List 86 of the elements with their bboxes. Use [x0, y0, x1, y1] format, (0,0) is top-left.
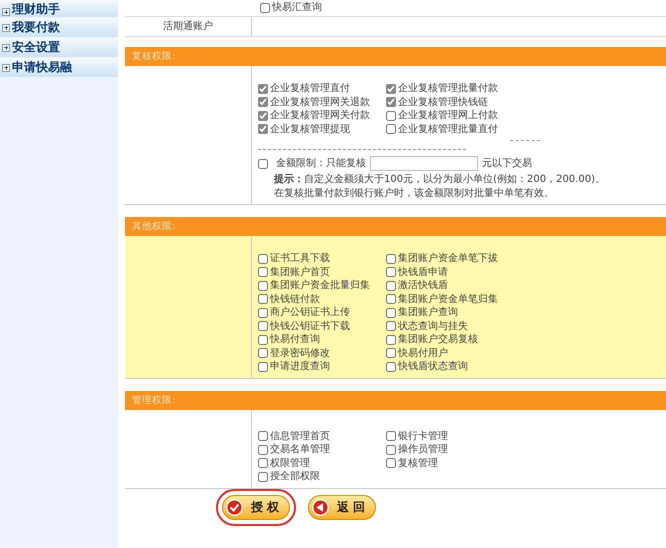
checkbox-label: 激活快钱盾	[398, 279, 448, 292]
checkbox-label: 快钱盾状态查询	[398, 360, 468, 374]
sidebar-item[interactable]: 申请快易融	[0, 58, 118, 77]
row-label: 活期通账户	[163, 20, 213, 33]
checkbox-label: 登录密码修改	[270, 346, 330, 360]
checkbox[interactable]	[258, 110, 268, 121]
section-header: 复核权限:	[125, 47, 666, 66]
expand-icon	[2, 64, 10, 72]
checkbox-label: 集团账户查询	[398, 306, 458, 320]
back-button[interactable]: 返 回	[308, 494, 376, 520]
checkbox[interactable]	[258, 97, 268, 108]
section-header: 管理权限:	[125, 390, 666, 410]
checkbox[interactable]	[386, 444, 396, 455]
checkbox[interactable]	[386, 97, 396, 108]
checkbox-label: 快易汇查询	[272, 1, 322, 14]
section-header: 其他权限:	[125, 217, 666, 236]
sidebar-item[interactable]: 我要付款	[0, 18, 118, 37]
checkbox[interactable]	[258, 458, 268, 468]
checkbox-label: 权限管理	[270, 456, 310, 470]
checkbox-label: 信息管理首页	[270, 430, 330, 443]
checkbox[interactable]	[386, 267, 396, 278]
checkbox[interactable]	[258, 267, 268, 278]
checkbox-label: 银行卡管理	[398, 430, 448, 443]
checkbox[interactable]	[258, 308, 268, 318]
field-suffix: 元以下交易	[482, 157, 532, 170]
checkbox[interactable]	[258, 124, 268, 134]
checkbox-label: 企业复核管理提现	[270, 122, 350, 136]
checkbox[interactable]	[386, 124, 396, 134]
checkbox-label: 快钱链付款	[270, 292, 320, 306]
checkbox[interactable]	[258, 431, 268, 442]
checkbox-label: 企业复核管理批量直付	[398, 122, 498, 136]
checkbox[interactable]	[386, 348, 396, 358]
checkbox[interactable]	[386, 362, 396, 372]
checkbox-label: 集团账户首页	[270, 266, 330, 279]
checkbox[interactable]	[386, 254, 396, 264]
checkbox-label: 企业复核管理网关付款	[270, 109, 370, 122]
checkbox-label: 企业复核管理批量付款	[398, 82, 498, 96]
checkbox[interactable]	[386, 84, 396, 94]
checkbox-label: 快钱盾申请	[398, 266, 448, 279]
checkbox[interactable]	[386, 334, 396, 345]
checkbox[interactable]	[258, 334, 268, 345]
checkbox-label: 快易付查询	[270, 333, 320, 346]
field-label: 金额限制：只能复核	[276, 157, 366, 170]
checkbox[interactable]	[386, 458, 396, 468]
checkbox-label: 集团账户交易复核	[398, 333, 478, 346]
checkmark-icon	[226, 498, 243, 516]
checkbox[interactable]	[260, 2, 270, 13]
sidebar-item[interactable]: 理财助手	[0, 0, 118, 17]
checkbox[interactable]	[386, 294, 396, 304]
checkbox[interactable]	[258, 294, 268, 304]
checkbox[interactable]	[258, 348, 268, 358]
checkbox-label: 状态查询与挂失	[398, 320, 468, 333]
checkbox-label: 集团账户资金单笔归集	[398, 292, 498, 306]
checkbox-label: 授全部权限	[270, 470, 320, 484]
checkbox[interactable]	[258, 444, 268, 455]
checkbox-label: 快钱公钥证书下载	[270, 320, 350, 333]
checkbox[interactable]	[258, 362, 268, 372]
checkbox-label: 企业复核管理快钱链	[398, 96, 488, 109]
note-text: 在复核批量付款到银行账户时，该金额限制对批量中单笔有效。	[274, 187, 555, 200]
checkbox-label: 企业复核管理网上付款	[398, 109, 498, 122]
checkbox-label: 快易付用户	[398, 346, 448, 360]
checkbox[interactable]	[386, 110, 396, 121]
checkbox-label: 操作员管理	[398, 443, 448, 456]
checkbox[interactable]	[386, 431, 396, 442]
checkbox[interactable]	[258, 158, 268, 168]
checkbox-label: 商户公钥证书上传	[270, 306, 350, 320]
checkbox-label: 企业复核管理网关退款	[270, 96, 370, 109]
checkbox[interactable]	[258, 84, 268, 94]
checkbox-label: 企业复核管理直付	[270, 82, 350, 96]
checkbox-label: 申请进度查询	[270, 360, 330, 374]
amount-field[interactable]	[370, 156, 478, 171]
checkbox-label: 证书工具下载	[270, 252, 330, 266]
checkbox[interactable]	[258, 472, 268, 482]
checkbox-label: 集团账户资金单笔下拔	[398, 252, 498, 266]
checkbox[interactable]	[258, 254, 268, 264]
checkbox[interactable]	[386, 308, 396, 318]
sidebar-item[interactable]: 安全设置	[0, 38, 118, 57]
checkbox[interactable]	[386, 321, 396, 332]
hint-text: 提示：自定义金额须大于100元，以分为最小单位(例如：200，200.00)。	[274, 173, 605, 186]
checkbox[interactable]	[258, 280, 268, 291]
checkbox-label: 集团账户资金批量归集	[270, 279, 370, 292]
checkbox-label: 交易名单管理	[270, 443, 330, 456]
checkbox[interactable]	[258, 321, 268, 332]
checkbox[interactable]	[386, 280, 396, 291]
expand-icon	[2, 44, 10, 52]
checkbox-label: 复核管理	[398, 456, 438, 470]
